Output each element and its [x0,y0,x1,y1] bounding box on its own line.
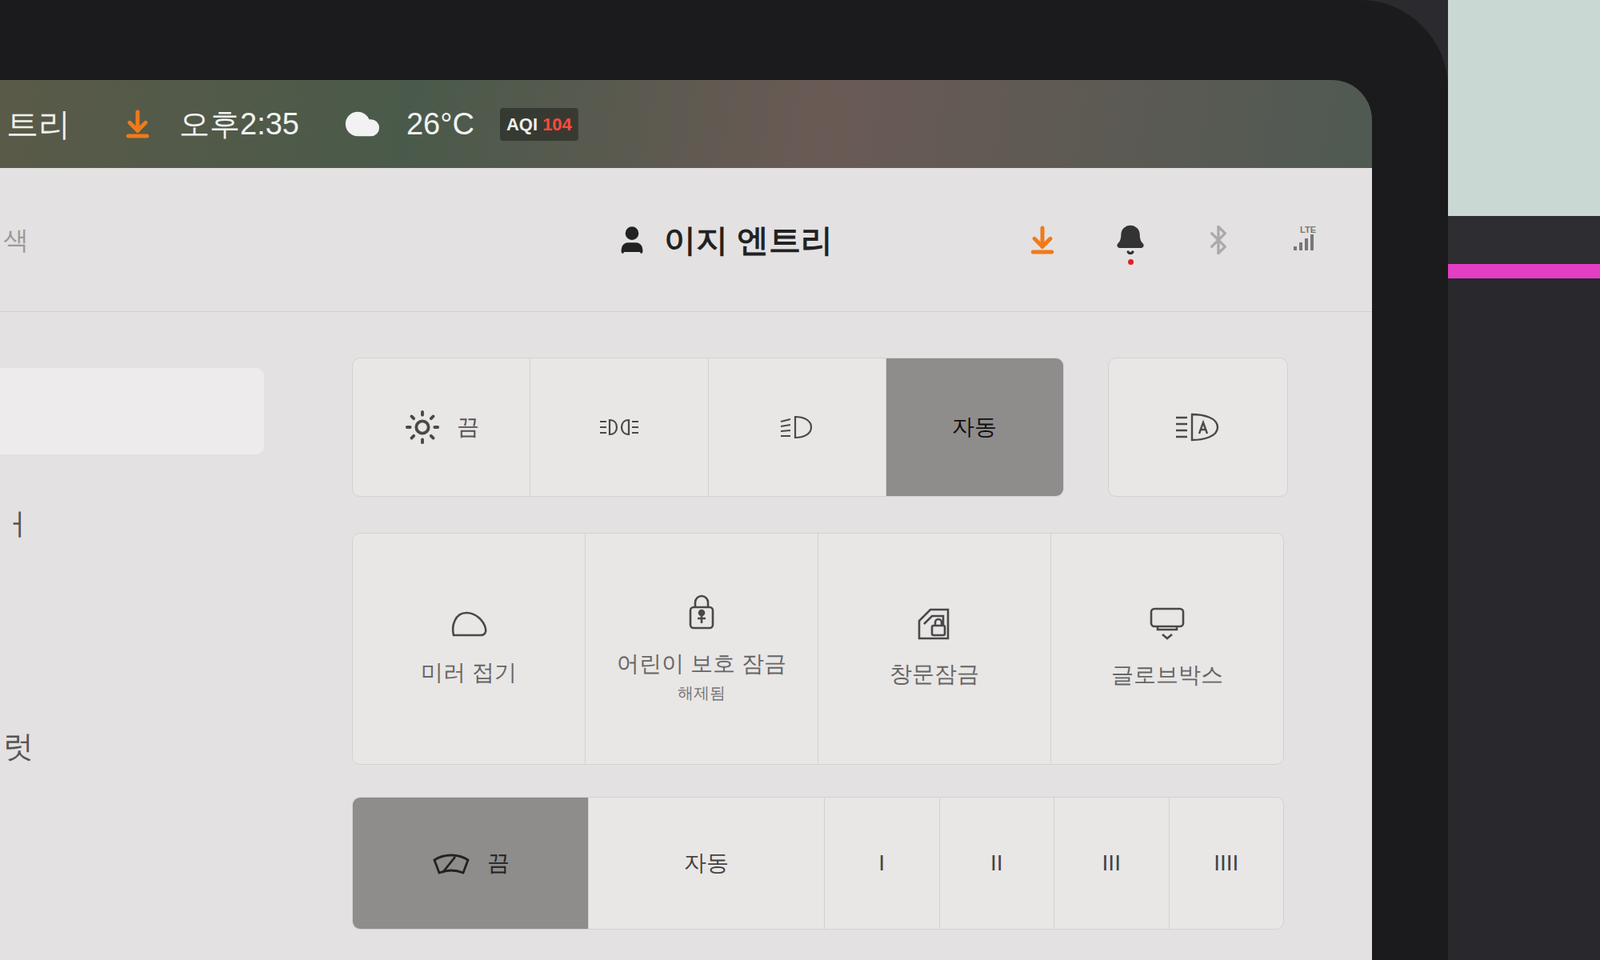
partial-label: 트리 [6,100,71,148]
settings-area: 끔자동미러 접기어린이 보호 잠금해제됨창문잠금글로브박스끔자동IIIIIIII… [352,312,1288,960]
wiper-option[interactable]: 자동 [588,797,825,929]
wiper-selector: 끔자동IIIIIIIIII [352,796,1284,930]
lights-row: 끔 자동 [352,357,1288,497]
mirror-icon [448,608,489,640]
sidebar-item[interactable]: 럿 [0,724,352,770]
control-button[interactable]: 어린이 보호 잠금해제됨 [585,533,819,764]
download-icon[interactable] [1026,224,1059,256]
background [1448,0,1600,960]
auto-high-beam-button[interactable] [1108,357,1288,497]
wiper-option[interactable]: 끔 [352,797,589,929]
search-box[interactable] [0,368,264,455]
wiper-option[interactable]: I [824,797,940,929]
signal-icon [1290,234,1316,254]
control-button[interactable]: 미러 접기 [352,533,586,764]
headlight-option[interactable]: 끔 [352,358,531,496]
wiper-option[interactable]: III [1054,797,1170,929]
user-icon [616,224,648,256]
network-status: LTE [1290,225,1316,254]
map-status-bar: 트리 오후2:35 26°C AQI 104 [0,80,1372,168]
wiper-icon [431,848,472,878]
glovebox-icon [1148,605,1187,643]
cloud-icon [344,105,381,143]
wiper-option[interactable]: IIII [1169,797,1284,929]
aqi: AQI 104 [500,108,579,141]
ambient-light [1448,264,1600,279]
sidebar: ㅓ럿 [0,312,352,960]
low-beam-icon [779,413,815,441]
sidebar-item[interactable]: ㅓ [0,502,352,548]
bell-icon [1114,224,1147,256]
screen: 트리오후2:3526°CAQI 104색이지 엔트리LTEㅓ럿끔자동미러 접기어… [0,80,1372,960]
headlight-selector: 끔 자동 [352,357,1064,497]
bluetooth-icon[interactable] [1202,224,1235,256]
controls-panel: 색이지 엔트리LTEㅓ럿끔자동미러 접기어린이 보호 잠금해제됨창문잠금글로브박… [0,168,1372,960]
auto-high-beam-icon [1174,411,1223,444]
profile-button[interactable]: 이지 엔트리 [616,216,833,264]
sun-icon [404,408,441,446]
window-lock-icon [916,606,953,642]
headlight-option[interactable] [530,358,708,496]
headlight-option[interactable] [708,358,887,496]
search-label-partial: 색 [3,225,29,255]
temperature: 26°C [406,101,475,148]
child-lock-icon [685,592,718,632]
download-icon[interactable] [121,108,154,140]
time: 오후2:35 [179,101,300,148]
headlight-option[interactable]: 자동 [886,358,1064,496]
notification-dot [1128,259,1134,265]
control-button[interactable]: 창문잠금 [818,533,1052,764]
parking-lights-icon [598,415,640,440]
control-button[interactable]: 글로브박스 [1051,533,1284,764]
wiper-option[interactable]: II [940,797,1056,929]
photo: 트리오후2:3526°CAQI 104색이지 엔트리LTEㅓ럿끔자동미러 접기어… [0,0,1600,960]
screen-bezel: 트리오후2:3526°CAQI 104색이지 엔트리LTEㅓ럿끔자동미러 접기어… [0,0,1448,960]
panel-body: ㅓ럿끔자동미러 접기어린이 보호 잠금해제됨창문잠금글로브박스끔자동IIIIII… [0,312,1372,960]
panel-header: 색 이지 엔트리 LTE [0,168,1372,312]
controls-row: 미러 접기어린이 보호 잠금해제됨창문잠금글로브박스 [352,532,1284,765]
control-status: 해제됨 [677,680,726,705]
notifications[interactable] [1114,224,1147,256]
